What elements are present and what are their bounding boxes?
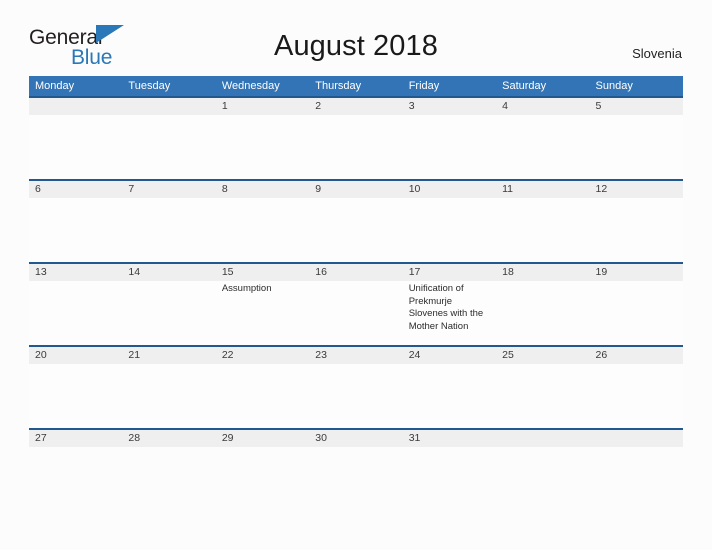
day-cell[interactable] bbox=[403, 364, 496, 428]
day-number[interactable] bbox=[29, 98, 122, 115]
day-number[interactable]: 19 bbox=[590, 264, 683, 281]
day-number[interactable]: 12 bbox=[590, 181, 683, 198]
day-cell[interactable] bbox=[403, 115, 496, 179]
day-number[interactable]: 5 bbox=[590, 98, 683, 115]
day-cell[interactable] bbox=[590, 281, 683, 345]
day-cell[interactable] bbox=[216, 198, 309, 262]
day-cell[interactable] bbox=[496, 364, 589, 428]
day-cell[interactable] bbox=[496, 281, 589, 345]
day-cell[interactable] bbox=[29, 364, 122, 428]
day-number[interactable]: 25 bbox=[496, 347, 589, 364]
day-number[interactable]: 17 bbox=[403, 264, 496, 281]
weekday-wednesday: Wednesday bbox=[221, 80, 280, 92]
day-number[interactable]: 24 bbox=[403, 347, 496, 364]
day-cell[interactable]: Assumption bbox=[216, 281, 309, 345]
week-row: 1 2 3 4 5 bbox=[29, 96, 683, 179]
day-number[interactable] bbox=[590, 430, 683, 447]
day-event-assumption: Assumption bbox=[221, 283, 272, 294]
day-number[interactable]: 26 bbox=[590, 347, 683, 364]
weekday-sunday: Sunday bbox=[595, 80, 633, 92]
page-title: August 2018 bbox=[274, 30, 438, 62]
day-number[interactable]: 23 bbox=[309, 347, 402, 364]
day-cell[interactable] bbox=[309, 198, 402, 262]
day-number[interactable]: 16 bbox=[309, 264, 402, 281]
day-cell[interactable]: Unification of Prekmurje Slovenes with t… bbox=[403, 281, 496, 345]
day-cell[interactable] bbox=[309, 281, 402, 345]
day-number[interactable]: 14 bbox=[122, 264, 215, 281]
week-row: 13 14 15 16 17 18 19 Assumption Unificat… bbox=[29, 262, 683, 345]
page-header: General Blue August 2018 Slovenia bbox=[0, 0, 712, 76]
day-number[interactable]: 1 bbox=[216, 98, 309, 115]
week-date-band: 20 21 22 23 24 25 26 bbox=[29, 347, 683, 364]
weekday-thursday: Thursday bbox=[315, 80, 362, 92]
day-cell[interactable] bbox=[309, 364, 402, 428]
week-event-band bbox=[29, 364, 683, 428]
day-number[interactable]: 4 bbox=[496, 98, 589, 115]
day-cell[interactable] bbox=[216, 364, 309, 428]
day-number[interactable] bbox=[122, 98, 215, 115]
week-row: 20 21 22 23 24 25 26 bbox=[29, 345, 683, 428]
day-number[interactable]: 6 bbox=[29, 181, 122, 198]
day-number[interactable]: 22 bbox=[216, 347, 309, 364]
day-number[interactable]: 11 bbox=[496, 181, 589, 198]
week-date-band: 1 2 3 4 5 bbox=[29, 98, 683, 115]
week-row: 27 28 29 30 31 bbox=[29, 428, 683, 447]
day-cell[interactable] bbox=[590, 198, 683, 262]
day-number[interactable]: 20 bbox=[29, 347, 122, 364]
day-number[interactable]: 13 bbox=[29, 264, 122, 281]
week-date-band: 13 14 15 16 17 18 19 bbox=[29, 264, 683, 281]
day-cell[interactable] bbox=[122, 198, 215, 262]
day-cell[interactable] bbox=[29, 198, 122, 262]
day-cell[interactable] bbox=[496, 198, 589, 262]
day-number[interactable]: 10 bbox=[403, 181, 496, 198]
week-event-band bbox=[29, 198, 683, 262]
day-number[interactable]: 31 bbox=[403, 430, 496, 447]
day-cell[interactable] bbox=[29, 115, 122, 179]
day-cell[interactable] bbox=[122, 115, 215, 179]
week-event-band: Assumption Unification of Prekmurje Slov… bbox=[29, 281, 683, 345]
day-event-unification: Unification of Prekmurje Slovenes with t… bbox=[408, 283, 484, 332]
day-cell[interactable] bbox=[496, 115, 589, 179]
week-date-band: 27 28 29 30 31 bbox=[29, 430, 683, 447]
day-number[interactable]: 30 bbox=[309, 430, 402, 447]
day-cell[interactable] bbox=[590, 115, 683, 179]
weekday-tuesday: Tuesday bbox=[128, 80, 171, 92]
day-cell[interactable] bbox=[216, 115, 309, 179]
day-number[interactable]: 9 bbox=[309, 181, 402, 198]
week-date-band: 6 7 8 9 10 11 12 bbox=[29, 181, 683, 198]
day-cell[interactable] bbox=[122, 364, 215, 428]
calendar-grid: Monday Tuesday Wednesday Thursday Friday… bbox=[29, 76, 683, 447]
day-cell[interactable] bbox=[403, 198, 496, 262]
day-number[interactable]: 29 bbox=[216, 430, 309, 447]
day-number[interactable]: 27 bbox=[29, 430, 122, 447]
day-number[interactable]: 15 bbox=[216, 264, 309, 281]
day-number[interactable]: 3 bbox=[403, 98, 496, 115]
day-number[interactable]: 7 bbox=[122, 181, 215, 198]
day-cell[interactable] bbox=[122, 281, 215, 345]
day-number[interactable]: 28 bbox=[122, 430, 215, 447]
day-number[interactable]: 8 bbox=[216, 181, 309, 198]
day-number[interactable]: 18 bbox=[496, 264, 589, 281]
country-label: Slovenia bbox=[632, 46, 682, 61]
week-row: 6 7 8 9 10 11 12 bbox=[29, 179, 683, 262]
day-cell[interactable] bbox=[590, 364, 683, 428]
weekday-saturday: Saturday bbox=[502, 80, 547, 92]
weekday-monday: Monday bbox=[35, 80, 75, 92]
weekday-header-row: Monday Tuesday Wednesday Thursday Friday… bbox=[29, 76, 683, 96]
day-cell[interactable] bbox=[29, 281, 122, 345]
day-number[interactable]: 21 bbox=[122, 347, 215, 364]
day-number[interactable] bbox=[496, 430, 589, 447]
day-cell[interactable] bbox=[309, 115, 402, 179]
calendar-page: General Blue August 2018 Slovenia Monday… bbox=[0, 0, 712, 550]
day-number[interactable]: 2 bbox=[309, 98, 402, 115]
weekday-friday: Friday bbox=[408, 80, 440, 92]
week-event-band bbox=[29, 115, 683, 179]
